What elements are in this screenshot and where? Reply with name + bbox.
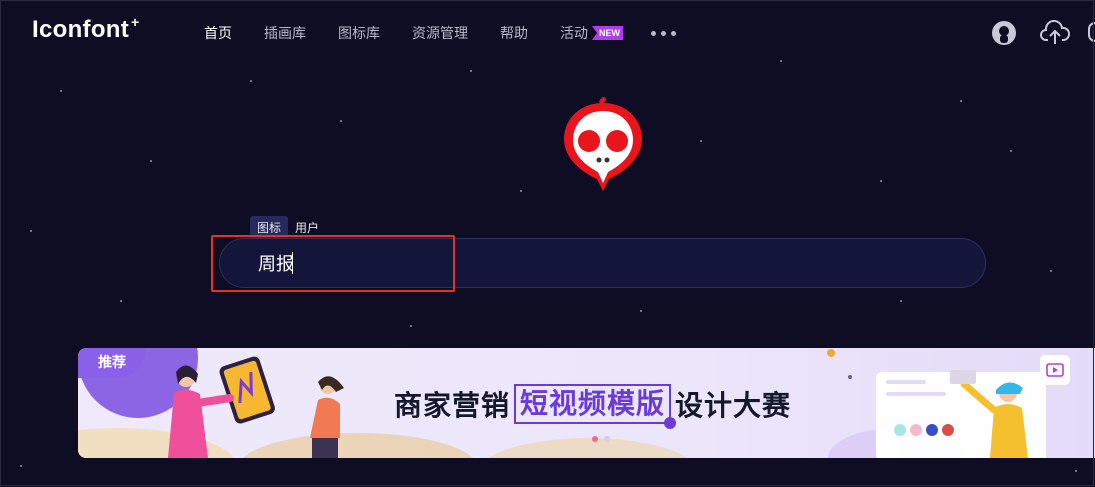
nav-item-icons[interactable]: 图标库 bbox=[338, 23, 380, 43]
promo-banner[interactable]: 推荐 商家营销 短视频模版 设计大赛 bbox=[78, 348, 1095, 458]
tab-users[interactable]: 用户 bbox=[288, 216, 326, 239]
nav-item-resources[interactable]: 资源管理 bbox=[412, 23, 468, 43]
user-avatar-icon[interactable] bbox=[991, 20, 1017, 46]
carousel-dot-1[interactable] bbox=[592, 436, 598, 442]
logo-text: Iconfont bbox=[32, 16, 130, 43]
more-dots-icon[interactable] bbox=[651, 30, 676, 36]
carousel-indicator bbox=[592, 436, 610, 442]
banner-title-prefix: 商家营销 bbox=[394, 390, 511, 421]
nav-activity-label: 活动 bbox=[560, 25, 588, 41]
tab-icons[interactable]: 图标 bbox=[250, 216, 289, 239]
text-cursor bbox=[292, 252, 293, 274]
video-template-icon bbox=[1040, 355, 1070, 385]
partial-icon[interactable] bbox=[1088, 22, 1095, 42]
search-bar[interactable] bbox=[219, 238, 986, 289]
banner-title: 商家营销 短视频模版 设计大赛 bbox=[394, 384, 792, 429]
iconfont-logo[interactable]: Iconfont + bbox=[32, 14, 140, 44]
search-input[interactable] bbox=[256, 239, 940, 289]
banner-title-suffix: 设计大赛 bbox=[675, 390, 792, 421]
nav-item-home[interactable]: 首页 bbox=[204, 23, 232, 43]
nav-item-help[interactable]: 帮助 bbox=[500, 23, 528, 43]
nav-item-illustrations[interactable]: 插画库 bbox=[264, 23, 306, 43]
new-badge: NEW bbox=[592, 26, 623, 40]
upload-cloud-icon[interactable] bbox=[1040, 20, 1070, 46]
search-type-tabs: 图标 用户 bbox=[250, 216, 326, 239]
skull-mascot-logo bbox=[564, 97, 642, 191]
carousel-dot-2[interactable] bbox=[604, 436, 610, 442]
main-nav: 首页 插画库 图标库 资源管理 帮助 活动 NEW bbox=[204, 23, 676, 43]
banner-title-highlight: 短视频模版 bbox=[514, 384, 677, 429]
logo-plus-icon: + bbox=[131, 14, 140, 30]
nav-item-activity[interactable]: 活动 NEW bbox=[560, 23, 623, 43]
